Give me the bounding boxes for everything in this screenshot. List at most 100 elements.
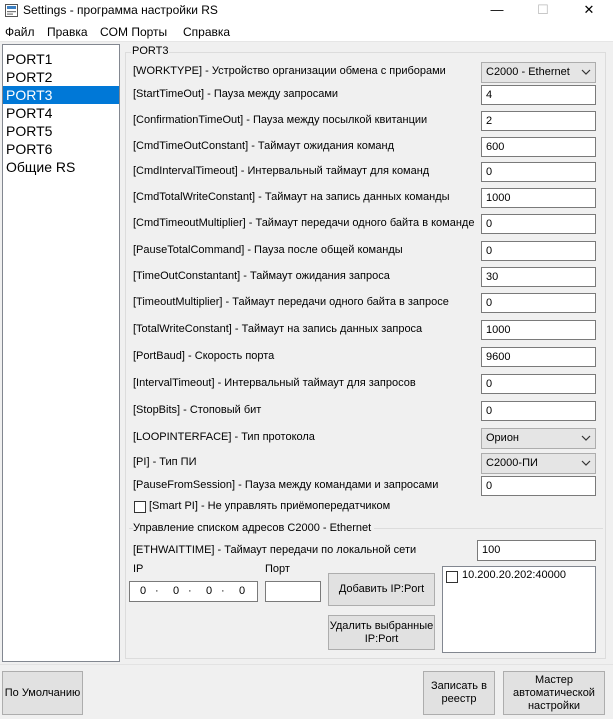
save-to-registry-button[interactable]: Записать в реестр	[423, 671, 495, 715]
menu-help[interactable]: Справка	[183, 25, 230, 39]
chevron-down-icon	[581, 435, 591, 441]
port-list-item[interactable]: Общие RS	[3, 158, 119, 176]
param-label: [StopBits] - Стоповый бит	[133, 404, 261, 416]
param-description: - Пауза между посылкой квитанции	[243, 114, 428, 126]
param-input[interactable]: 1000	[481, 320, 596, 340]
param-key: [StartTimeOut]	[133, 88, 205, 100]
param-description: - Таймаут ожидания команд	[248, 140, 395, 152]
param-key: [PauseFromSession]	[133, 479, 236, 491]
defaults-button-label: По Умолчанию	[4, 686, 81, 699]
param-key: [CmdIntervalTimeout]	[133, 165, 238, 177]
param-select[interactable]: C2000-ПИ	[481, 453, 596, 474]
param-input[interactable]: 0	[481, 401, 596, 421]
param-select-value: Орион	[486, 432, 520, 444]
param-key: [CmdTimeOutConstant]	[133, 140, 249, 152]
ip-address-input[interactable]: 0 · 0 · 0 · 0	[129, 581, 258, 602]
param-input[interactable]: 0	[481, 374, 596, 394]
param-key: [PortBaud]	[133, 350, 185, 362]
param-input[interactable]: 0	[481, 162, 596, 182]
param-description: - Пауза между запросами	[204, 88, 339, 100]
app-icon	[5, 4, 18, 17]
param-description: - Интервальный таймаут для команд	[237, 165, 430, 177]
param-select-value: C2000 - Ethernet	[486, 66, 570, 78]
port-list-item-selected[interactable]: PORT3	[3, 86, 119, 104]
port-list-item[interactable]: PORT5	[3, 122, 119, 140]
ethernet-section-title: Управление списком адресов С2000 - Ether…	[133, 522, 375, 534]
save-to-registry-label: Записать в реестр	[431, 680, 487, 705]
smart-pi-checkbox[interactable]	[134, 501, 146, 513]
port-list-item[interactable]: PORT1	[3, 50, 119, 68]
address-list[interactable]: 10.200.20.202:40000	[442, 566, 596, 653]
delete-ip-port-label: Удалить выбранные IP:Port	[329, 619, 434, 645]
param-label: [TimeOutConstantant] - Таймаут ожидания …	[133, 270, 390, 282]
address-item[interactable]: 10.200.20.202:40000	[462, 569, 566, 581]
ethwait-input[interactable]: 100	[477, 540, 596, 561]
param-input[interactable]: 1000	[481, 188, 596, 208]
param-label: [CmdIntervalTimeout] - Интервальный тайм…	[133, 165, 429, 177]
param-key: [TotalWriteConstant]	[133, 323, 232, 335]
minimize-button[interactable]: —	[474, 0, 520, 22]
defaults-button[interactable]: По Умолчанию	[2, 671, 83, 715]
address-checkbox[interactable]	[446, 571, 458, 583]
param-description: - Интервальный таймаут для запросов	[214, 377, 416, 389]
maximize-button[interactable]: ☐	[520, 0, 566, 22]
param-input[interactable]: 600	[481, 137, 596, 157]
param-input[interactable]: 0	[481, 476, 596, 496]
add-ip-port-button[interactable]: Добавить IP:Port	[328, 573, 435, 606]
delete-ip-port-button[interactable]: Удалить выбранные IP:Port	[328, 615, 435, 650]
param-input[interactable]: 2	[481, 111, 596, 131]
param-key: [IntervalTimeout]	[133, 377, 215, 389]
port-list-item[interactable]: PORT6	[3, 140, 119, 158]
auto-setup-wizard-button[interactable]: Мастер автоматической настройки	[503, 671, 605, 715]
smart-pi-label: [Smart PI] - Не управлять приёмопередатч…	[149, 500, 391, 512]
param-description: - Тип протокола	[231, 431, 315, 443]
window-title: Settings - программа настройки RS	[23, 3, 218, 17]
param-description: - Пауза после общей команды	[244, 244, 403, 256]
param-description: - Таймаут на запись данных команды	[255, 191, 450, 203]
param-label: [CmdTotalWriteConstant] - Таймаут на зап…	[133, 191, 450, 203]
ethwait-label: [ETHWAITTIME] - Таймаут передачи по лока…	[133, 544, 417, 556]
menu-com-ports[interactable]: COM Порты	[100, 25, 167, 39]
param-key: [TimeOutConstantant]	[133, 270, 241, 282]
param-select[interactable]: C2000 - Ethernet	[481, 62, 596, 83]
param-key: [CmdTimeoutMultiplier]	[133, 217, 246, 229]
minimize-icon: —	[490, 2, 504, 17]
bottom-divider	[0, 664, 613, 665]
param-description: - Устройство организации обмена с прибор…	[202, 65, 446, 77]
param-key: [StopBits]	[133, 404, 181, 416]
param-key: [PauseTotalCommand]	[133, 244, 245, 256]
param-input[interactable]: 0	[481, 241, 596, 261]
param-input[interactable]: 0	[481, 293, 596, 313]
param-input[interactable]: 9600	[481, 347, 596, 367]
title-bar: Settings - программа настройки RS — ☐ ✕	[0, 0, 613, 22]
param-label: [IntervalTimeout] - Интервальный таймаут…	[133, 377, 416, 389]
param-input[interactable]: 0	[481, 214, 596, 234]
param-description: - Таймаут передачи одного байта в команд…	[245, 217, 475, 229]
ip-label: IP	[133, 563, 144, 575]
param-description: - Таймаут передачи одного байта в запрос…	[222, 296, 449, 308]
param-label: [LOOPINTERFACE] - Тип протокола	[133, 431, 315, 443]
port-list-item[interactable]: PORT2	[3, 68, 119, 86]
param-input[interactable]: 30	[481, 267, 596, 287]
menu-file[interactable]: Файл	[5, 25, 35, 39]
param-label: [CmdTimeoutMultiplier] - Таймаут передач…	[133, 217, 474, 229]
param-key: [LOOPINTERFACE]	[133, 431, 232, 443]
param-input[interactable]: 4	[481, 85, 596, 105]
menu-bar: Файл Правка COM Порты Справка	[0, 22, 613, 42]
param-select[interactable]: Орион	[481, 428, 596, 449]
ip-octet: 0	[139, 585, 147, 597]
close-button[interactable]: ✕	[566, 0, 612, 22]
port-input[interactable]	[265, 581, 321, 602]
chevron-down-icon	[581, 69, 591, 75]
param-label: [PauseTotalCommand] - Пауза после общей …	[133, 244, 403, 256]
param-key: [ConfirmationTimeOut]	[133, 114, 244, 126]
port-list[interactable]: PORT1 PORT2 PORT3 PORT4 PORT5 PORT6 Общи…	[2, 44, 120, 662]
menu-edit[interactable]: Правка	[47, 25, 88, 39]
auto-setup-wizard-label: Мастер автоматической настройки	[513, 673, 595, 712]
ip-octet: 0	[238, 585, 246, 597]
param-label: [ConfirmationTimeOut] - Пауза между посы…	[133, 114, 427, 126]
param-description: - Стоповый бит	[180, 404, 262, 416]
param-label: [TotalWriteConstant] - Таймаут на запись…	[133, 323, 422, 335]
param-description: - Пауза между командами и запросами	[235, 479, 439, 491]
port-list-item[interactable]: PORT4	[3, 104, 119, 122]
